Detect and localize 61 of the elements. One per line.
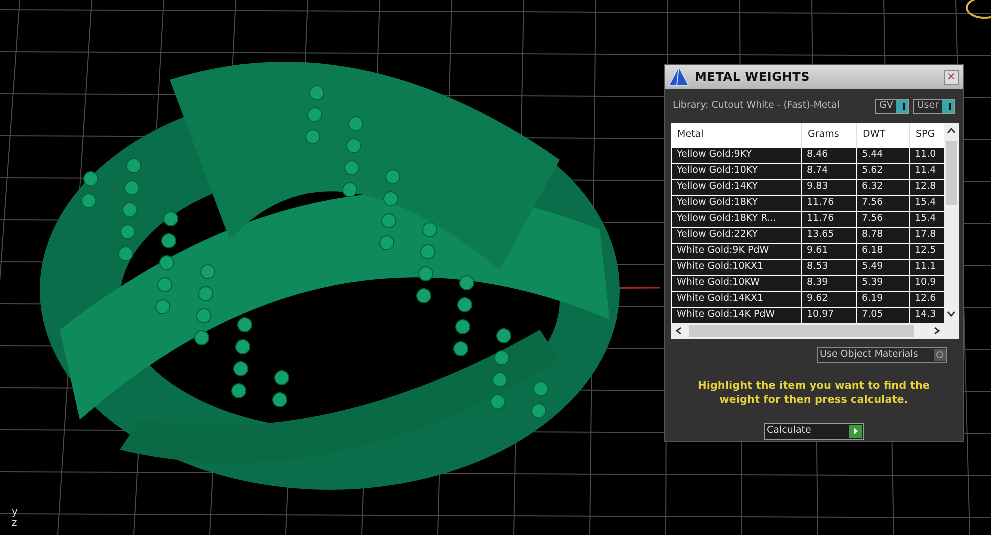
instruction-text: Highlight the item you want to find the weight for then press calculate.	[697, 379, 931, 407]
use-object-materials-toggle[interactable]: Use Object Materials	[817, 347, 947, 363]
table-cell: White Gold:9K PdW	[672, 243, 802, 259]
table-cell: 7.56	[856, 211, 910, 227]
library-label: Library: Cutout White - (Fast)-Metal	[673, 98, 840, 113]
table-cell: 11.0	[910, 147, 944, 163]
table-cell: 8.46	[802, 147, 856, 163]
horizontal-scrollbar[interactable]	[671, 323, 944, 339]
table-cell: 11.4	[910, 163, 944, 179]
table-cell: 8.39	[802, 275, 856, 291]
table-cell: White Gold:10KW	[672, 275, 802, 291]
table-cell: 5.44	[856, 147, 910, 163]
table-cell: 12.8	[910, 179, 944, 195]
table-cell: 14.3	[910, 307, 944, 323]
orbit-gizmo-drawing	[966, 0, 991, 19]
table-cell: 11.76	[802, 211, 856, 227]
table-cell: 6.19	[856, 291, 910, 307]
table-cell: 8.74	[802, 163, 856, 179]
table-cell: 8.78	[856, 227, 910, 243]
table-cell: Yellow Gold:22KY	[672, 227, 802, 243]
table-cell: 11.1	[910, 259, 944, 275]
table-cell: 17.8	[910, 227, 944, 243]
table-cell: 10.97	[802, 307, 856, 323]
table-cell: 7.56	[856, 195, 910, 211]
toggle-switch[interactable]: GV	[875, 98, 910, 114]
table-cell: 6.18	[856, 243, 910, 259]
table-cell: White Gold:14KX1	[672, 291, 802, 307]
table-cell: 12.6	[910, 291, 944, 307]
column-header[interactable]: DWT	[856, 123, 910, 147]
table-cell: 13.65	[802, 227, 856, 243]
table-cell: White Gold:14K PdW	[672, 307, 802, 323]
table-cell: Yellow Gold:18KY	[672, 195, 802, 211]
table-cell: Yellow Gold:18KY R...	[672, 211, 802, 227]
table-cell: Yellow Gold:9KY	[672, 147, 802, 163]
table-cell: 5.62	[856, 163, 910, 179]
panel-title: METAL WEIGHTS	[695, 70, 810, 84]
toggle-switch[interactable]: User	[913, 98, 955, 114]
table-cell: 9.61	[802, 243, 856, 259]
table-cell: 9.62	[802, 291, 856, 307]
pyramid-icon	[667, 66, 691, 88]
table-cell: 15.4	[910, 211, 944, 227]
close-button[interactable]: ×	[944, 70, 959, 84]
table-cell: 11.76	[802, 195, 856, 211]
vertical-scrollbar[interactable]	[944, 123, 959, 339]
table-cell: 9.83	[802, 179, 856, 195]
column-header[interactable]: Grams	[802, 123, 856, 147]
table-cell: White Gold:10KX1	[672, 259, 802, 275]
table-cell: 10.9	[910, 275, 944, 291]
table-cell: Yellow Gold:10KY	[672, 163, 802, 179]
circle-icon	[936, 351, 944, 359]
table-cell: Yellow Gold:14KY	[672, 179, 802, 195]
axis-label: z	[12, 519, 18, 529]
table-cell: 7.05	[856, 307, 910, 323]
calculate-button[interactable]: Calculate	[764, 423, 864, 440]
table-cell: 5.39	[856, 275, 910, 291]
axis-label: y	[12, 508, 18, 518]
table-cell: 15.4	[910, 195, 944, 211]
table-cell: 5.49	[856, 259, 910, 275]
table-cell: 8.53	[802, 259, 856, 275]
table-cell: 6.32	[856, 179, 910, 195]
table-cell: 12.5	[910, 243, 944, 259]
